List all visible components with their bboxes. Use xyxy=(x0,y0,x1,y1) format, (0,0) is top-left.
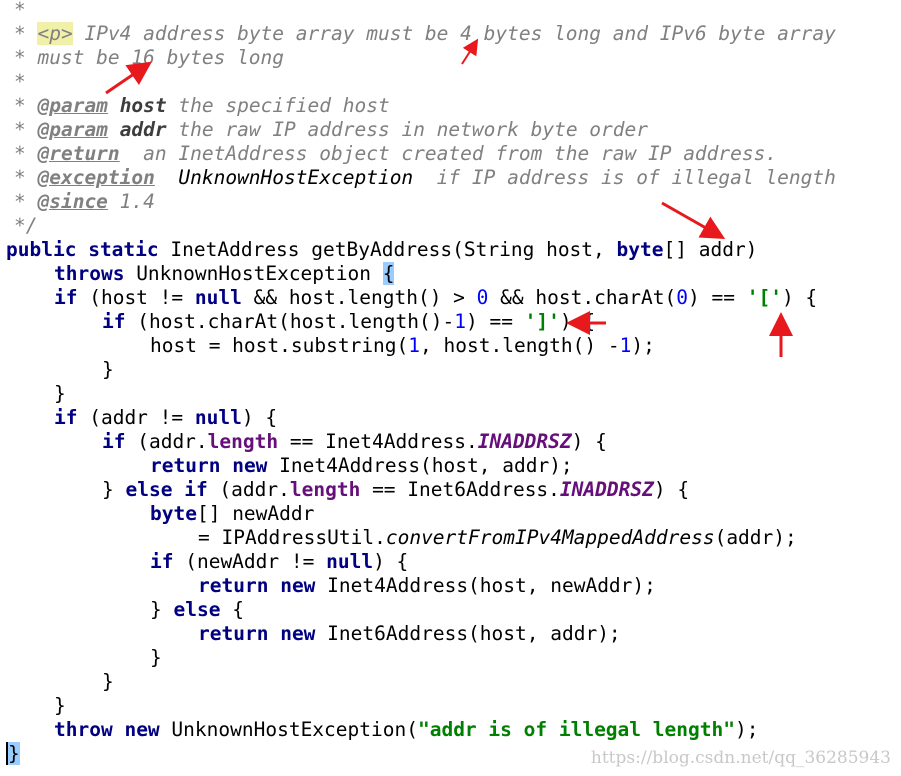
arrow-to-addr xyxy=(661,201,726,239)
arrow-to-16 xyxy=(105,61,152,95)
annotation-arrows xyxy=(105,38,793,357)
arrow-to-4 xyxy=(461,38,479,65)
watermark: https://blog.csdn.net/qq_36285943 xyxy=(590,748,891,768)
